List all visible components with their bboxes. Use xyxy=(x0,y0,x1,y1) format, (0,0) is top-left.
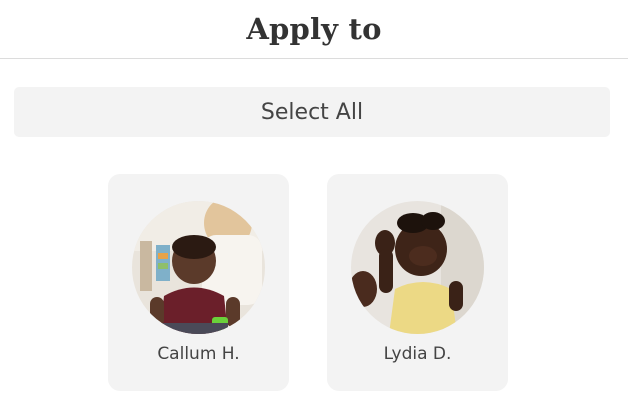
child-card-callum[interactable]: Callum H. xyxy=(108,174,289,391)
child-photo-callum xyxy=(132,201,265,334)
page-title: Apply to xyxy=(246,12,382,46)
child-photo-lydia xyxy=(351,201,484,334)
modal-header: Apply to xyxy=(0,0,628,59)
avatar xyxy=(132,201,265,334)
select-all-button[interactable]: Select All xyxy=(14,87,610,137)
avatar xyxy=(351,201,484,334)
child-card-lydia[interactable]: Lydia D. xyxy=(327,174,508,391)
child-name: Lydia D. xyxy=(383,344,452,364)
child-name: Callum H. xyxy=(157,344,240,364)
